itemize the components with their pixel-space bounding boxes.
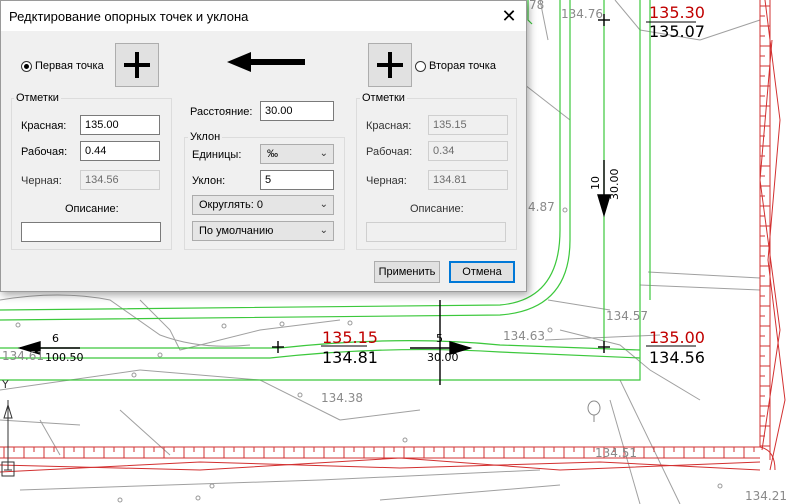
label-gray-13463: 134.63 xyxy=(503,329,545,343)
chevron-down-icon: ⌄ xyxy=(319,148,328,159)
right-work-label: Рабочая: xyxy=(366,146,413,158)
left-description-input[interactable] xyxy=(21,222,161,242)
label-gray-13461: 134.61 xyxy=(2,349,44,363)
label-gray-13476: 134.76 xyxy=(561,7,603,21)
mid-arrow-distance: 30.00 xyxy=(427,351,459,364)
slope-label: Уклон: xyxy=(192,175,226,187)
left-arrow-distance: 100.50 xyxy=(45,351,84,364)
slope-group-title: Уклон xyxy=(188,131,223,143)
label-gray-13438: 134.38 xyxy=(321,391,363,405)
left-desc-label: Описание: xyxy=(65,203,119,215)
vertical-arrow-distance: 30.00 xyxy=(608,169,621,201)
distance-label: Расстояние: xyxy=(190,106,253,118)
dialog-title: Редктирование опорных точек и уклона xyxy=(9,9,249,24)
left-red-input[interactable] xyxy=(80,115,160,135)
distance-input[interactable] xyxy=(260,101,334,121)
default-mode-select[interactable]: По умолчанию ⌄ xyxy=(192,221,334,241)
direction-arrow-left-icon[interactable] xyxy=(227,49,307,75)
right-desc-label: Описание: xyxy=(410,203,464,215)
vertical-arrow-number: 10 xyxy=(589,176,602,190)
mid-arrow-number: 5 xyxy=(436,332,443,345)
units-select-value: ‰ xyxy=(267,148,278,160)
rounding-select[interactable]: Округлять: 0 ⌄ xyxy=(192,195,334,215)
rounding-select-value: Округлять: 0 xyxy=(199,199,264,211)
left-work-label: Рабочая: xyxy=(21,146,68,158)
label-gray-13457: 134.57 xyxy=(606,309,648,323)
label-gray-13487: 4.87 xyxy=(528,200,555,214)
default-mode-select-value: По умолчанию xyxy=(199,225,274,237)
apply-button[interactable]: Применить xyxy=(374,261,440,283)
label-right-black: 134.56 xyxy=(649,348,705,367)
edit-points-dialog: Редктирование опорных точек и уклона ✕ П… xyxy=(0,0,527,292)
pick-first-point-button[interactable] xyxy=(115,43,159,87)
red-hatch-marks-vertical xyxy=(760,5,770,447)
red-hatch-marks xyxy=(3,447,755,458)
plus-icon xyxy=(124,52,150,78)
label-mid-black: 134.81 xyxy=(322,348,378,367)
left-work-input[interactable] xyxy=(80,141,160,161)
left-black-input xyxy=(80,170,160,190)
left-arrow-number: 6 xyxy=(52,332,59,345)
axis-y-label: Y xyxy=(1,378,9,391)
right-group-title: Отметки xyxy=(360,92,407,104)
chevron-down-icon: ⌄ xyxy=(319,199,328,210)
label-top-black: 135.07 xyxy=(649,22,705,41)
right-red-label: Красная: xyxy=(366,120,412,132)
units-label: Единицы: xyxy=(192,149,242,161)
units-select[interactable]: ‰ ⌄ xyxy=(260,144,334,164)
close-icon[interactable]: ✕ xyxy=(492,1,526,31)
chevron-down-icon: ⌄ xyxy=(319,225,328,236)
first-point-label: Первая точка xyxy=(35,60,104,72)
label-gray-78: 78 xyxy=(529,0,544,12)
left-group-title: Отметки xyxy=(14,92,61,104)
label-gray-13451: 134.51 xyxy=(595,446,637,460)
pick-second-point-button[interactable] xyxy=(368,43,412,87)
label-top-red: 135.30 xyxy=(649,3,705,22)
left-red-label: Красная: xyxy=(21,120,67,132)
tree-symbol xyxy=(587,400,601,422)
right-work-input xyxy=(428,141,508,161)
right-black-input xyxy=(428,170,508,190)
second-point-label: Вторая точка xyxy=(429,60,496,72)
right-black-label: Черная: xyxy=(366,175,407,187)
dialog-titlebar[interactable]: Редктирование опорных точек и уклона ✕ xyxy=(1,1,526,31)
right-red-input xyxy=(428,115,508,135)
label-mid-red: 135.15 xyxy=(322,328,378,347)
right-description-input xyxy=(366,222,506,242)
first-point-radio[interactable] xyxy=(21,61,32,72)
label-gray-13421: 134.21 xyxy=(745,489,787,503)
plus-icon xyxy=(377,52,403,78)
label-right-red: 135.00 xyxy=(649,328,705,347)
second-point-radio[interactable] xyxy=(415,61,426,72)
cancel-button[interactable]: Отмена xyxy=(449,261,515,283)
slope-input[interactable] xyxy=(260,170,334,190)
left-black-label: Черная: xyxy=(21,175,62,187)
